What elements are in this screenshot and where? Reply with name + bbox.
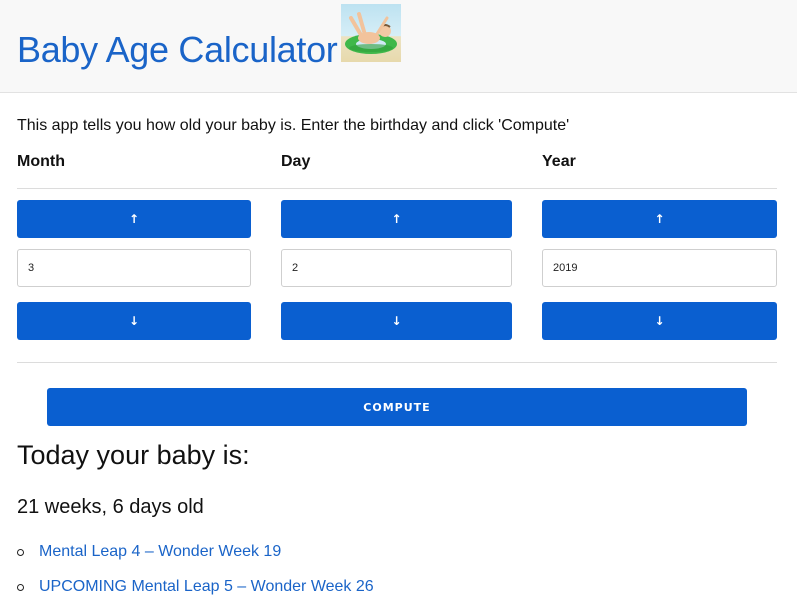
day-input[interactable] xyxy=(281,249,512,287)
divider-bottom xyxy=(17,362,777,363)
arrow-down-icon: ↓ xyxy=(391,314,402,328)
arrow-down-icon: ↓ xyxy=(128,314,140,328)
divider-top xyxy=(17,188,777,189)
app-header: Baby Age Calculator xyxy=(0,0,797,93)
arrow-up-icon: ↑ xyxy=(391,212,402,226)
mental-leap-link[interactable]: Mental Leap 4 – Wonder Week 19 xyxy=(39,540,281,564)
day-increment-button[interactable]: ↑ xyxy=(281,200,512,238)
month-decrement-button[interactable]: ↓ xyxy=(17,302,251,340)
result-heading: Today your baby is: xyxy=(17,440,250,470)
day-decrement-button[interactable]: ↓ xyxy=(281,302,512,340)
arrow-up-icon: ↑ xyxy=(128,212,140,226)
month-label: Month xyxy=(17,153,65,170)
day-label: Day xyxy=(281,153,311,170)
intro-text: This app tells you how old your baby is.… xyxy=(17,117,570,134)
bullet-icon xyxy=(17,549,24,556)
year-increment-button[interactable]: ↑ xyxy=(542,200,777,238)
baby-age-result: 21 weeks, 6 days old xyxy=(17,496,204,518)
compute-button[interactable]: COMPUTE xyxy=(47,388,747,426)
app-title: Baby Age Calculator xyxy=(17,29,338,70)
arrow-down-icon: ↓ xyxy=(654,314,665,328)
baby-logo-image xyxy=(341,4,401,62)
year-input[interactable] xyxy=(542,249,777,287)
year-decrement-button[interactable]: ↓ xyxy=(542,302,777,340)
mental-leap-link[interactable]: UPCOMING Mental Leap 5 – Wonder Week 26 xyxy=(39,575,374,599)
month-input[interactable] xyxy=(17,249,251,287)
year-label: Year xyxy=(542,153,576,170)
arrow-up-icon: ↑ xyxy=(654,212,665,226)
month-increment-button[interactable]: ↑ xyxy=(17,200,251,238)
bullet-icon xyxy=(17,584,24,591)
